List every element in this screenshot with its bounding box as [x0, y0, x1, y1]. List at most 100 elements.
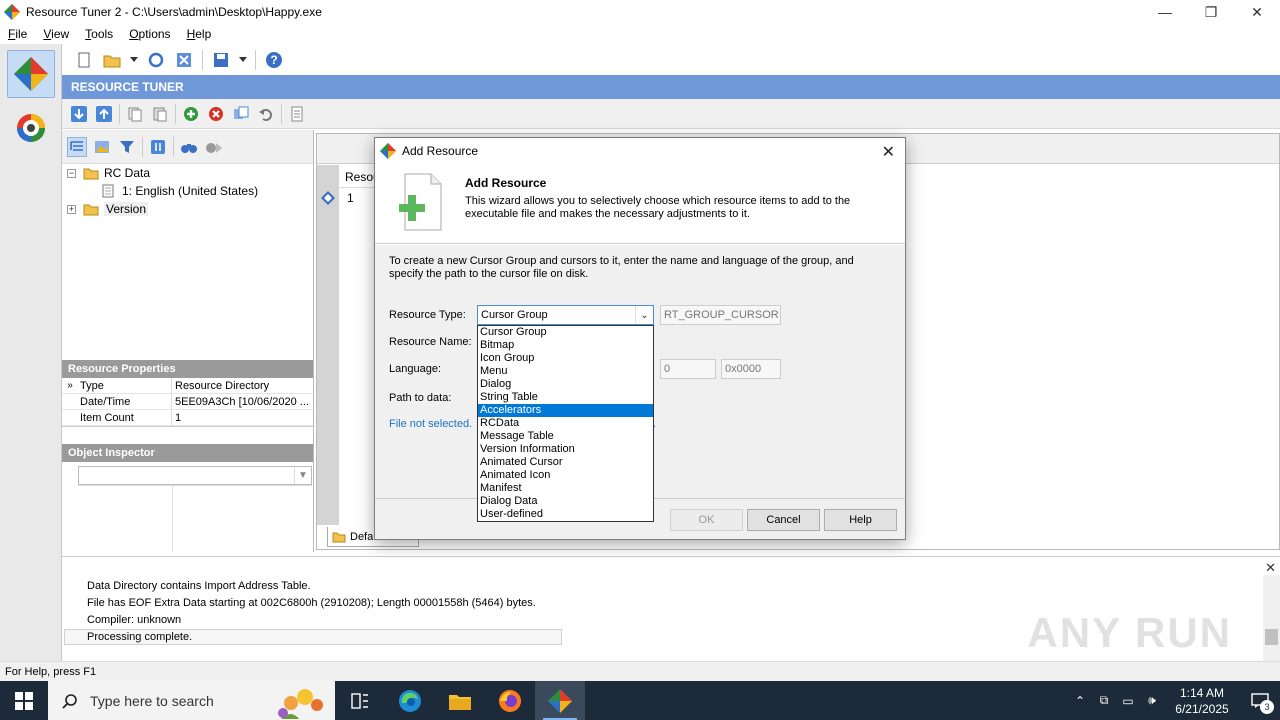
language-hex-field[interactable]: 0x0000	[721, 359, 781, 379]
dropdown-option[interactable]: Bitmap	[478, 339, 653, 352]
folder-icon	[83, 204, 99, 216]
menu-file[interactable]: File	[0, 27, 35, 41]
dropdown-option[interactable]: Animated Icon	[478, 469, 653, 482]
resource-type-combo[interactable]: Cursor Group ⌄	[477, 305, 654, 325]
dropdown-option-selected[interactable]: Accelerators	[478, 404, 653, 417]
help-icon[interactable]: ?	[264, 50, 284, 70]
refresh-icon[interactable]	[146, 50, 166, 70]
tree-item-english[interactable]: 1: English (United States)	[102, 182, 258, 200]
menu-view[interactable]: View	[35, 27, 77, 41]
expand-icon[interactable]: +	[67, 204, 76, 214]
replace-resource-icon[interactable]	[231, 104, 251, 124]
add-document-icon	[399, 173, 442, 231]
dropdown-option[interactable]: Menu	[478, 365, 653, 378]
save-icon[interactable]	[211, 50, 231, 70]
taskbar-resource-tuner[interactable]	[535, 681, 585, 720]
log-line: Data Directory contains Import Address T…	[87, 580, 311, 592]
status-bar: For Help, press F1	[0, 661, 1280, 681]
taskbar-firefox[interactable]	[485, 681, 535, 720]
dropdown-option[interactable]: Version Information	[478, 443, 653, 456]
dropdown-option[interactable]: RCData	[478, 417, 653, 430]
filter-icon[interactable]	[117, 137, 137, 157]
menu-tools[interactable]: Tools	[77, 27, 121, 41]
dropdown-option[interactable]: Cursor Group	[478, 326, 653, 339]
tray-device-icon[interactable]: ⧉	[1092, 693, 1116, 708]
dropdown-option[interactable]: Manifest	[478, 482, 653, 495]
ok-button[interactable]: OK	[670, 509, 743, 531]
minimize-button[interactable]: —	[1142, 0, 1188, 24]
property-row[interactable]: Item Count 1	[62, 410, 313, 426]
open-dropdown-icon[interactable]	[130, 50, 138, 70]
find-icon[interactable]	[179, 137, 199, 157]
log-scrollbar[interactable]	[1263, 575, 1280, 662]
system-tray: ⌃ ⧉ ▭ 🕪 1:14 AM 6/21/2025 3	[1068, 681, 1280, 720]
image-view-icon[interactable]	[92, 137, 112, 157]
close-file-icon[interactable]	[174, 50, 194, 70]
language-id-field[interactable]: 0	[660, 359, 716, 379]
object-inspector-select[interactable]: ▼	[78, 466, 312, 485]
tree-item-rc-data[interactable]: − RC Data	[67, 164, 150, 182]
undo-icon[interactable]	[256, 104, 276, 124]
paste-icon[interactable]	[150, 104, 170, 124]
sort-icon[interactable]	[148, 137, 168, 157]
dropdown-option[interactable]: Dialog Data	[478, 495, 653, 508]
notification-center-button[interactable]: 3	[1240, 681, 1280, 720]
dropdown-option[interactable]: Icon Group	[478, 352, 653, 365]
tree-view-icon[interactable]	[67, 136, 87, 157]
new-file-icon[interactable]	[74, 50, 94, 70]
find-next-icon[interactable]	[204, 137, 224, 157]
menu-help[interactable]: Help	[179, 27, 220, 41]
resource-name-label: Resource Name:	[389, 336, 472, 348]
chevron-down-icon[interactable]: ▼	[294, 467, 311, 484]
taskbar-file-explorer[interactable]	[435, 681, 485, 720]
dropdown-option[interactable]: Dialog	[478, 378, 653, 391]
network-icon[interactable]: ▭	[1116, 694, 1140, 708]
add-resource-icon[interactable]	[181, 104, 201, 124]
tree-item-version[interactable]: + Version	[67, 200, 149, 218]
tray-overflow-chevron-icon[interactable]: ⌃	[1068, 694, 1092, 708]
folder-open-icon	[83, 168, 99, 180]
search-icon	[62, 693, 77, 709]
task-view-button[interactable]	[335, 681, 385, 720]
color-tool-button[interactable]	[7, 104, 55, 152]
scrollbar-thumb[interactable]	[1265, 629, 1278, 645]
volume-icon[interactable]: 🕪	[1140, 693, 1164, 708]
watermark-logo: ANY RUN	[1027, 609, 1232, 656]
start-button[interactable]	[0, 681, 48, 720]
dialog-close-icon[interactable]: ✕	[882, 142, 895, 162]
open-folder-icon[interactable]	[102, 50, 122, 70]
properties-icon[interactable]	[287, 104, 307, 124]
toolbar-separator	[173, 136, 174, 157]
file-status-link[interactable]: File not selected.	[389, 418, 472, 430]
menu-options[interactable]: Options	[121, 27, 178, 41]
save-dropdown-icon[interactable]	[239, 50, 247, 70]
property-row[interactable]: » Type Resource Directory	[62, 378, 313, 394]
cancel-button[interactable]: Cancel	[747, 509, 820, 531]
clock[interactable]: 1:14 AM 6/21/2025	[1164, 685, 1240, 717]
resource-properties-header: Resource Properties	[62, 360, 313, 378]
restore-button[interactable]: ❐	[1188, 0, 1234, 24]
task-view-icon	[351, 692, 368, 709]
property-row[interactable]: Date/Time 5EE09A3Ch [10/06/2020 ...	[62, 394, 313, 410]
chevron-down-icon[interactable]: ⌄	[635, 306, 653, 324]
resource-type-constant-field: RT_GROUP_CURSOR	[660, 305, 781, 325]
help-button[interactable]: Help	[824, 509, 897, 531]
tree-toolbar	[62, 130, 313, 164]
delete-resource-icon[interactable]	[206, 104, 226, 124]
dropdown-option[interactable]: User-defined	[478, 508, 653, 521]
resource-tuner-mode-button[interactable]	[7, 50, 55, 98]
search-placeholder: Type here to search	[90, 692, 214, 709]
copy-icon[interactable]	[125, 104, 145, 124]
taskbar-search-box[interactable]: Type here to search	[48, 681, 335, 720]
move-up-icon[interactable]	[94, 104, 114, 124]
firefox-icon	[499, 689, 521, 712]
collapse-icon[interactable]: −	[67, 168, 76, 178]
dropdown-option[interactable]: Animated Cursor	[478, 456, 653, 469]
dropdown-option[interactable]: String Table	[478, 391, 653, 404]
taskbar-edge[interactable]	[385, 681, 435, 720]
move-down-icon[interactable]	[69, 104, 89, 124]
close-log-icon[interactable]: ✕	[1265, 560, 1276, 576]
dropdown-option[interactable]: Message Table	[478, 430, 653, 443]
language-label: Language:	[389, 363, 441, 375]
close-window-button[interactable]: ✕	[1234, 0, 1280, 24]
